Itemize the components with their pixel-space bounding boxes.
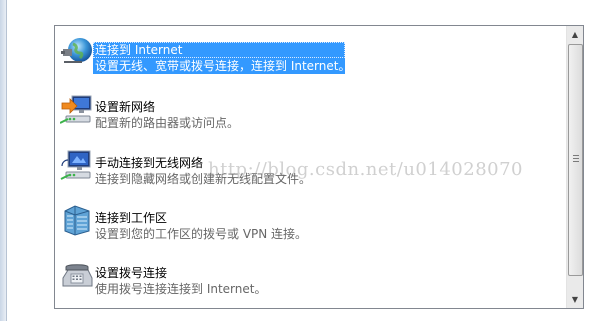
scrollbar-thumb[interactable] <box>568 44 583 276</box>
new-network-icon <box>60 92 94 126</box>
option-title: 设置拨号连接 <box>95 266 168 280</box>
option-setup-new-network[interactable]: 设置新网络 配置新的路由器或访问点。 <box>57 89 567 135</box>
scroll-up-icon[interactable]: ▲ <box>567 26 583 43</box>
option-description: 设置无线、宽带或拨号连接，连接到 Internet。 <box>95 59 351 73</box>
wireless-monitor-icon <box>60 148 94 182</box>
option-description: 使用拨号连接连接到 Internet。 <box>95 282 267 296</box>
option-dialup[interactable]: 设置拨号连接 使用拨号连接连接到 Internet。 <box>57 255 567 301</box>
option-title: 连接到工作区 <box>95 211 168 225</box>
scroll-down-icon[interactable]: ▼ <box>567 291 583 308</box>
option-title: 设置新网络 <box>95 100 156 114</box>
option-description: 设置到您的工作区的拨号或 VPN 连接。 <box>95 227 308 241</box>
workplace-building-icon <box>60 203 94 237</box>
option-connect-workplace[interactable]: 连接到工作区 设置到您的工作区的拨号或 VPN 连接。 <box>57 200 567 246</box>
vertical-scrollbar[interactable]: ▲ ▼ <box>566 26 583 308</box>
window-left-edge <box>0 0 7 321</box>
grip-icon <box>573 155 579 162</box>
watermark: http://blog.csdn.net/u014028070 <box>208 159 523 180</box>
globe-icon <box>60 35 94 69</box>
option-title: 连接到 Internet <box>93 42 345 58</box>
option-connect-internet[interactable]: 连接到 Internet 设置无线、宽带或拨号连接，连接到 Internet。 <box>57 32 567 78</box>
phone-modem-icon <box>60 258 94 292</box>
option-description: 配置新的路由器或访问点。 <box>95 116 240 130</box>
